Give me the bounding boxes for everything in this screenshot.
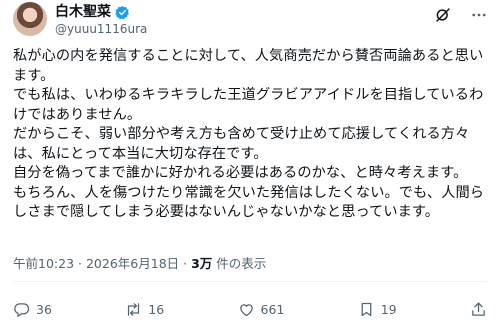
- author-avatar[interactable]: [13, 2, 47, 36]
- post-line: けではありません。: [13, 106, 142, 123]
- bookmark-button[interactable]: 19: [358, 301, 397, 318]
- post-date[interactable]: 2026年6月18日: [86, 256, 179, 271]
- share-icon: [470, 301, 487, 318]
- post-time[interactable]: 午前10:23: [13, 256, 74, 271]
- repost-count: 16: [148, 302, 165, 317]
- repost-button[interactable]: 16: [125, 301, 164, 318]
- like-count: 661: [260, 302, 285, 317]
- post-line: だからこそ、弱い部分や考え方も含めて受け止めて応援してくれる方々: [13, 126, 470, 142]
- meta-separator: ·: [183, 256, 188, 271]
- views-count: 3万: [191, 256, 213, 271]
- views-label[interactable]: 件の表示: [216, 256, 266, 271]
- divider: [13, 281, 487, 282]
- post-line: しさまで隠してしまう必要はないんじゃないかなと思っています。: [13, 204, 440, 220]
- share-button[interactable]: [470, 301, 487, 318]
- verified-badge-icon[interactable]: [115, 5, 130, 20]
- more-icon[interactable]: [470, 6, 488, 28]
- post-meta: 午前10:23 · 2026年6月18日 · 3万 件の表示: [13, 256, 266, 272]
- reply-count: 36: [36, 302, 52, 317]
- like-icon: [238, 301, 255, 318]
- post-line: もちろん、人を傷つけたり常識を欠いた発信はしたくない。でも、人間ら: [13, 184, 485, 201]
- author-handle[interactable]: @yuuu1116ura: [55, 22, 147, 36]
- bookmark-count: 19: [380, 302, 397, 317]
- post-text: 私が心の内を発信することに対して、人気商売だから賛否両論あると思い ます。 でも…: [13, 47, 493, 223]
- grok-icon[interactable]: [434, 6, 452, 28]
- action-bar: 36 16 661 19: [13, 301, 487, 318]
- author-name[interactable]: 白木聖菜: [55, 3, 111, 21]
- author-name-row: 白木聖菜: [55, 3, 130, 21]
- bookmark-icon: [358, 301, 375, 318]
- reply-icon: [13, 301, 30, 318]
- post-line: 私が心の内を発信することに対して、人気商売だから賛否両論あると思い: [13, 48, 484, 64]
- post-line: でも私は、いわゆるキラキラした王道グラビアアイドルを目指しているわ: [13, 87, 484, 103]
- post-line: 自分を偽ってまで誰かに好かれる必要はあるのかな、と時々考えます。: [13, 165, 468, 181]
- post-top-icons: [434, 6, 488, 28]
- like-button[interactable]: 661: [238, 301, 285, 318]
- reply-button[interactable]: 36: [13, 301, 52, 318]
- meta-separator: ·: [78, 256, 82, 271]
- post-line: は、私にとって本当に大切な存在です。: [13, 145, 268, 162]
- repost-icon: [125, 301, 142, 318]
- post-line: ます。: [13, 67, 55, 84]
